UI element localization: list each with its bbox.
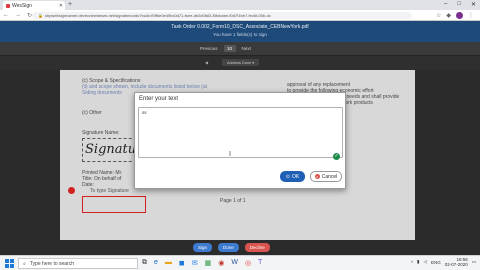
clock-date: 02-07-2020	[444, 262, 468, 267]
document-title: Task Order 0.002_Form10_DSC_Associate_CE…	[171, 24, 309, 30]
next-page-button[interactable]: Next	[242, 46, 251, 51]
text-cursor-icon: I	[229, 151, 231, 158]
edge-icon[interactable]: e	[154, 259, 158, 267]
page-number-input[interactable]: 10	[223, 45, 236, 52]
signature-image: Signature	[82, 138, 150, 162]
excel-icon[interactable]: ▦	[205, 259, 212, 267]
decline-button[interactable]: Decline	[244, 243, 270, 252]
signature-field[interactable]	[82, 196, 146, 213]
search-icon: ⌕	[23, 260, 26, 267]
doc-line: Siding documents	[82, 90, 122, 96]
ok-icon: ⊙	[285, 173, 290, 180]
teams-icon[interactable]: T	[258, 259, 262, 267]
grammar-check-icon[interactable]: ✓	[333, 153, 340, 160]
tab-title: WesSign	[12, 2, 32, 9]
action-buttons: Sign Done Decline	[193, 243, 270, 252]
menu-icon[interactable]: ⋮	[468, 12, 474, 19]
powerpoint-icon[interactable]: ◉	[218, 259, 224, 267]
mail-icon[interactable]: ✉	[192, 259, 198, 267]
cancel-button[interactable]: × Cancel	[310, 171, 342, 182]
pager: Previous 10 Next	[200, 45, 251, 52]
clock[interactable]: 18:56 02-07-2020	[445, 257, 468, 267]
address-bar-row: ← → ↻ 🔒 shpwebsignnamer.devtronewhesek.ne…	[0, 10, 480, 21]
doc-line: Signature Name:	[82, 130, 120, 136]
url-text: shpwebsignnamer.devtronewhesek.net/signa…	[44, 13, 271, 18]
dialog-text-input[interactable]	[138, 107, 343, 158]
windows-taskbar: ⌕ Type here to search ⧉ e ▬ ◼ ✉ ▦ ◉ W ◎ …	[0, 255, 480, 270]
browser-tab[interactable]: WesSign ✕	[3, 1, 65, 10]
star-icon[interactable]: ☆	[436, 12, 441, 19]
search-placeholder: Type here to search	[29, 260, 75, 267]
extension-icon[interactable]: ◆	[446, 12, 451, 19]
forward-icon[interactable]: →	[15, 12, 21, 19]
page-footer: Page 1 of 1	[220, 198, 246, 204]
window-controls: – □ ✕	[444, 1, 476, 8]
windows-start-icon[interactable]	[5, 259, 14, 268]
browser-tab-bar: WesSign ✕ + – □ ✕	[0, 0, 480, 10]
toolbar-strip: ◀ Address Done ▾	[0, 56, 480, 70]
maximize-button[interactable]: □	[457, 1, 461, 8]
chrome-icon[interactable]: ◎	[245, 259, 251, 267]
tab-close-icon[interactable]: ✕	[59, 3, 63, 9]
notifications-icon[interactable]: ▭	[472, 259, 476, 265]
file-explorer-icon[interactable]: ▬	[165, 259, 172, 267]
minimize-button[interactable]: –	[444, 1, 447, 8]
cancel-label: Cancel	[321, 173, 338, 180]
profile-avatar[interactable]	[456, 12, 463, 19]
required-fields-text: You have 1 fields(s) to sign	[213, 32, 267, 37]
back-icon[interactable]: ←	[3, 12, 9, 19]
action-bar: Sign Done Decline	[0, 240, 480, 255]
lock-icon: 🔒	[38, 13, 43, 18]
tray-up-icon[interactable]: ^	[411, 260, 413, 265]
task-view-icon[interactable]: ⧉	[142, 259, 147, 267]
document-header: Task Order 0.002_Form10_DSC_Associate_CE…	[0, 21, 480, 42]
previous-page-button[interactable]: Previous	[200, 46, 218, 51]
word-icon[interactable]: W	[231, 259, 238, 267]
field-label: To type Signature	[90, 188, 129, 194]
taskbar-search[interactable]: ⌕ Type here to search	[18, 258, 138, 269]
toolbar-left-arrow[interactable]: ◀	[205, 60, 208, 65]
new-tab-button[interactable]: +	[68, 1, 72, 8]
url-field[interactable]: 🔒 shpwebsignnamer.devtronewhesek.net/sign…	[32, 12, 412, 19]
address-icons: ☆ ◆ ⋮	[436, 12, 474, 19]
taskbar-apps: ⧉ e ▬ ◼ ✉ ▦ ◉ W ◎ T	[142, 259, 262, 267]
toolbar-dropdown[interactable]: Address Done ▾	[222, 59, 260, 66]
language-indicator[interactable]: ENG	[431, 260, 441, 265]
network-icon[interactable]: ▮	[417, 259, 419, 265]
enter-text-dialog: Enter your text I ✓ ⊙OK ×Cancel	[134, 92, 346, 189]
close-window-button[interactable]: ✕	[471, 1, 476, 8]
store-icon[interactable]: ◼	[179, 259, 185, 267]
ok-label: OK	[291, 173, 300, 180]
pager-bar: Previous 10 Next	[0, 42, 480, 56]
required-marker-icon	[68, 187, 75, 194]
volume-icon[interactable]: ◁	[423, 259, 426, 265]
dialog-title: Enter your text	[139, 96, 179, 102]
cancel-icon: ×	[314, 174, 320, 179]
system-tray: ^ ▮ ◁ ENG 18:56 02-07-2020 ▭	[411, 257, 476, 267]
browser-nav: ← → ↻	[3, 12, 32, 19]
doc-line: (c) Other	[82, 110, 102, 116]
done-button[interactable]: Done	[218, 243, 239, 252]
sign-button[interactable]: Sign	[193, 243, 213, 252]
ok-button[interactable]: ⊙ OK	[280, 171, 305, 182]
favicon-icon	[6, 3, 10, 8]
